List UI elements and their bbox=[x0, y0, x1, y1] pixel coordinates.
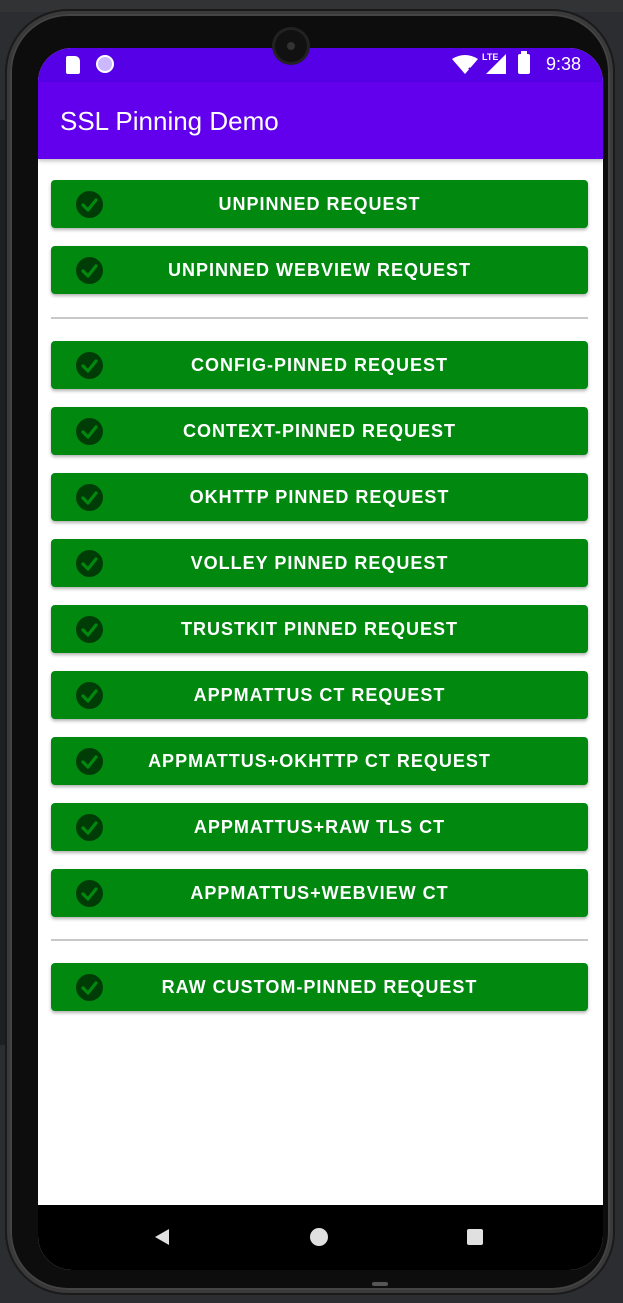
appmattus-webview-ct-button[interactable]: APPMATTUS+WEBVIEW CT bbox=[51, 869, 588, 917]
ide-toolbar bbox=[0, 0, 623, 12]
button-label: APPMATTUS+RAW TLS CT bbox=[193, 817, 446, 837]
status-bar: LTE 9:38 bbox=[38, 48, 603, 82]
button-label: VOLLEY PINNED REQUEST bbox=[190, 553, 449, 573]
appmattus-okhttp-ct-request-button[interactable]: APPMATTUS+OKHTTP CT REQUEST bbox=[51, 737, 588, 785]
volley-pinned-request-button[interactable]: VOLLEY PINNED REQUEST bbox=[51, 539, 588, 587]
button-label: OKHTTP PINNED REQUEST bbox=[189, 487, 450, 507]
device-speaker-slot bbox=[372, 1282, 388, 1286]
button-label: RAW CUSTOM-PINNED REQUEST bbox=[161, 977, 478, 997]
button-label: APPMATTUS CT REQUEST bbox=[193, 685, 446, 705]
battery-icon bbox=[518, 51, 530, 74]
trustkit-pinned-request-button[interactable]: TRUSTKIT PINNED REQUEST bbox=[51, 605, 588, 653]
front-camera bbox=[275, 30, 307, 62]
status-time: 9:38 bbox=[545, 54, 581, 74]
ide-scrollbar bbox=[611, 430, 615, 510]
appmattus-ct-request-button[interactable]: APPMATTUS CT REQUEST bbox=[51, 671, 588, 719]
app-bar: SSL Pinning Demo bbox=[38, 82, 603, 159]
config-pinned-request-button[interactable]: CONFIG-PINNED REQUEST bbox=[51, 341, 588, 389]
unpinned-webview-request-button[interactable]: UNPINNED WEBVIEW REQUEST bbox=[51, 246, 588, 294]
button-label: TRUSTKIT PINNED REQUEST bbox=[180, 619, 458, 639]
phone-frame: LTE 9:38 SSL Pinning Demo UNPINNED REQUE… bbox=[10, 14, 610, 1290]
appmattus-raw-tls-ct-button[interactable]: APPMATTUS+RAW TLS CT bbox=[51, 803, 588, 851]
button-label: UNPINNED REQUEST bbox=[218, 194, 421, 214]
button-label: APPMATTUS+WEBVIEW CT bbox=[190, 883, 449, 903]
home-icon[interactable] bbox=[310, 1228, 328, 1246]
context-pinned-request-button[interactable]: CONTEXT-PINNED REQUEST bbox=[51, 407, 588, 455]
notification-circle-icon bbox=[96, 55, 114, 73]
navigation-bar bbox=[38, 1205, 603, 1270]
okhttp-pinned-request-button[interactable]: OKHTTP PINNED REQUEST bbox=[51, 473, 588, 521]
wifi-icon bbox=[452, 55, 478, 75]
back-icon[interactable] bbox=[155, 1229, 169, 1245]
divider bbox=[51, 939, 588, 941]
divider bbox=[51, 317, 588, 319]
recents-icon[interactable] bbox=[467, 1229, 483, 1245]
signal-icon bbox=[486, 54, 506, 74]
button-label: APPMATTUS+OKHTTP CT REQUEST bbox=[148, 751, 491, 771]
button-label: CONFIG-PINNED REQUEST bbox=[190, 355, 448, 375]
unpinned-request-button[interactable]: UNPINNED REQUEST bbox=[51, 180, 588, 228]
device-screen: LTE 9:38 SSL Pinning Demo UNPINNED REQUE… bbox=[38, 48, 603, 1270]
button-label: UNPINNED WEBVIEW REQUEST bbox=[167, 260, 472, 280]
app-title: SSL Pinning Demo bbox=[60, 106, 279, 136]
ide-scrollbar-2 bbox=[611, 585, 615, 665]
button-label: CONTEXT-PINNED REQUEST bbox=[182, 421, 457, 441]
sd-card-icon bbox=[66, 56, 80, 74]
raw-custom-pinned-request-button[interactable]: RAW CUSTOM-PINNED REQUEST bbox=[51, 963, 588, 1011]
